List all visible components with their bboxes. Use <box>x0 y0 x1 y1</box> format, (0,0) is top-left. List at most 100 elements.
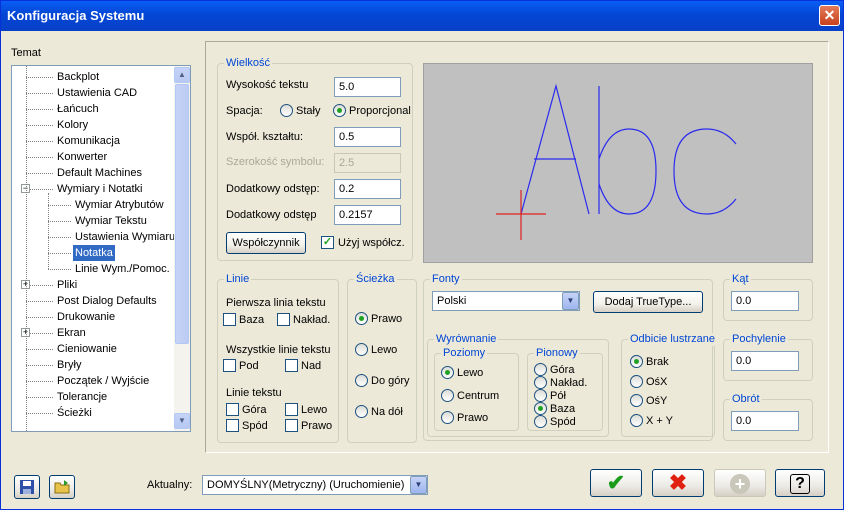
tree-connector <box>26 317 53 318</box>
baza-checkbox[interactable] <box>223 313 236 326</box>
nad-label: Nad <box>301 360 322 372</box>
path-right-radio[interactable] <box>355 312 368 325</box>
font-dropdown-button[interactable]: ▼ <box>562 292 579 310</box>
scroll-up-button[interactable]: ▲ <box>174 67 190 83</box>
angle-input[interactable]: 0.0 <box>731 291 799 311</box>
tree-item[interactable]: − Wymiary i Notatki <box>12 181 174 197</box>
h-center-radio[interactable] <box>441 389 454 402</box>
nad-checkbox[interactable] <box>285 359 298 372</box>
path-group-legend: Ścieżka <box>354 273 397 286</box>
extra-gap-1-input[interactable]: 0.2 <box>334 179 401 199</box>
tree-item[interactable]: Wymiar Atrybutów <box>12 197 174 213</box>
tree-item[interactable]: Ustawienia CAD <box>12 85 174 101</box>
mirror-none-label: Brak <box>646 356 669 368</box>
tree-item[interactable]: Komunikacja <box>12 133 174 149</box>
slant-input[interactable]: 0.0 <box>731 351 799 371</box>
tree-item[interactable]: Kolory <box>12 117 174 133</box>
tree-item[interactable]: Linie Wym./Pomoc. <box>12 261 174 277</box>
text-height-input[interactable]: 5.0 <box>334 77 401 97</box>
extra-gap-2-input[interactable]: 0.2157 <box>334 205 401 225</box>
current-config-select[interactable]: DOMYŚLNY(Metryczny) (Uruchomienie) <box>202 475 428 495</box>
v-bottom-radio[interactable] <box>534 415 547 428</box>
x-icon: ✖ <box>668 470 688 495</box>
topic-tree[interactable]: Backplot Ustawienia CAD Łańcuch Kolory Komun… <box>11 65 191 432</box>
pod-checkbox[interactable] <box>223 359 236 372</box>
path-left-radio[interactable] <box>355 343 368 356</box>
mirror-none-radio[interactable] <box>630 355 643 368</box>
v-middle-radio[interactable] <box>534 389 547 402</box>
current-config-dropdown-button[interactable]: ▼ <box>410 476 427 494</box>
tree-item[interactable]: Ustawienia Wymiaru <box>12 229 175 245</box>
tree-item[interactable]: + Pliki <box>12 277 174 293</box>
add-button: + <box>714 469 766 497</box>
naklad-checkbox[interactable] <box>277 313 290 326</box>
dialog-window: Konfiguracja Systemu ✕ Temat Backplot Ust… <box>0 0 844 510</box>
symbol-width-input: 2.5 <box>334 153 401 173</box>
tree-item[interactable]: Default Machines <box>12 165 174 181</box>
all-lines-label: Wszystkie linie tekstu <box>226 344 331 356</box>
tree-item[interactable]: Początek / Wyjście <box>12 373 174 389</box>
spacing-fixed-radio[interactable] <box>280 104 293 117</box>
h-right-radio[interactable] <box>441 411 454 424</box>
mirror-y-radio[interactable] <box>630 394 643 407</box>
tree-item[interactable]: Tolerancje <box>12 389 174 405</box>
tree-item[interactable]: Wymiar Tekstu <box>12 213 174 229</box>
chevron-down-icon: ▼ <box>566 296 575 305</box>
spacing-proportional-radio[interactable] <box>333 104 346 117</box>
question-icon: ? <box>790 474 810 494</box>
factor-button[interactable]: Współczynnik <box>226 232 306 254</box>
path-down-radio[interactable] <box>355 405 368 418</box>
tree-item-label: Backplot <box>57 71 100 83</box>
open-folder-icon <box>54 480 70 494</box>
tree-item[interactable]: Drukowanie <box>12 309 174 325</box>
h-left-radio[interactable] <box>441 366 454 379</box>
extra-gap-1-label: Dodatkowy odstęp: <box>226 183 320 195</box>
close-icon: ✕ <box>823 7 836 23</box>
v-base-radio[interactable] <box>534 402 547 415</box>
h-right-label: Prawo <box>457 412 489 424</box>
current-config-label: Aktualny: <box>147 479 193 491</box>
cancel-button[interactable]: ✖ <box>652 469 704 497</box>
v-top-radio[interactable] <box>534 363 547 376</box>
add-truetype-button[interactable]: Dodaj TrueType... <box>593 291 703 313</box>
glyph-A <box>520 83 590 215</box>
path-left-label: Lewo <box>371 344 398 356</box>
help-button[interactable]: ? <box>775 469 825 497</box>
glyph-c <box>673 128 737 215</box>
save-config-button[interactable] <box>14 475 40 499</box>
tree-item[interactable]: Cieniowanie <box>12 341 174 357</box>
tree-item[interactable]: Bryły <box>12 357 174 373</box>
size-group-legend: Wielkość <box>224 57 273 70</box>
v-cap-radio[interactable] <box>534 376 547 389</box>
v-bottom-label: Spód <box>550 416 576 428</box>
aspect-ratio-input[interactable]: 0.5 <box>334 127 401 147</box>
vertical-group-legend: Pionowy <box>534 347 580 360</box>
mirror-x-radio[interactable] <box>630 375 643 388</box>
close-button[interactable]: ✕ <box>819 5 840 26</box>
lewo-line-checkbox[interactable] <box>285 403 298 416</box>
scroll-thumb[interactable] <box>175 84 189 344</box>
origin-cursor <box>496 190 546 240</box>
tree-item[interactable]: Post Dialog Defaults <box>12 293 174 309</box>
scroll-down-button[interactable]: ▼ <box>174 413 190 429</box>
path-up-radio[interactable] <box>355 374 368 387</box>
tree-item[interactable]: Notatka <box>12 245 174 261</box>
tree-label: Temat <box>11 47 41 59</box>
tree-item[interactable]: Backplot <box>12 69 174 85</box>
rotation-input[interactable]: 0.0 <box>731 411 799 431</box>
ok-button[interactable]: ✔ <box>590 469 642 497</box>
spod-line-checkbox[interactable] <box>226 419 239 432</box>
tree-item[interactable]: + Ekran <box>12 325 174 341</box>
font-select[interactable]: Polski <box>432 291 580 311</box>
tree-item[interactable]: Konwerter <box>12 149 174 165</box>
mirror-xy-radio[interactable] <box>630 414 643 427</box>
tree-item-label: Pliki <box>57 279 78 291</box>
prawo-line-checkbox[interactable] <box>285 419 298 432</box>
tree-item-label: Ścieżki <box>57 407 92 419</box>
tree-scrollbar[interactable]: ▲ ▼ <box>174 66 190 431</box>
tree-item[interactable]: Łańcuch <box>12 101 174 117</box>
gora-line-checkbox[interactable] <box>226 403 239 416</box>
use-factor-checkbox[interactable]: ✓ <box>321 236 334 249</box>
open-config-button[interactable] <box>49 475 75 499</box>
tree-item[interactable]: Ścieżki <box>12 405 174 421</box>
